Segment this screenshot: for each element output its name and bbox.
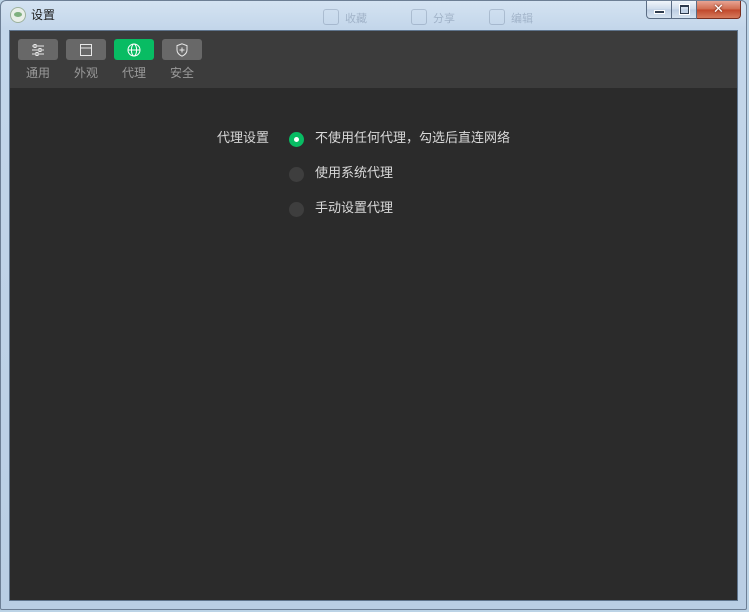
ghost-item: 收藏 bbox=[323, 9, 367, 26]
maximize-icon bbox=[680, 5, 689, 14]
tab-appearance-button[interactable] bbox=[66, 39, 106, 60]
globe-icon bbox=[127, 43, 141, 56]
tab-security[interactable]: 安全 bbox=[162, 31, 202, 88]
settings-tab-bar: 通用 外观 代理 安全 bbox=[10, 31, 737, 88]
minimize-button[interactable] bbox=[646, 1, 672, 19]
settings-window: 设置 收藏 分享 编辑 ✕ 通用 外观 代理 安全 代理设置 不使用任何代理，勾… bbox=[0, 0, 747, 610]
window-icon bbox=[80, 43, 92, 56]
radio-system[interactable] bbox=[289, 166, 304, 182]
tab-proxy-button[interactable] bbox=[114, 39, 154, 60]
app-logo-icon bbox=[10, 7, 26, 23]
title-bar[interactable]: 设置 收藏 分享 编辑 ✕ bbox=[1, 1, 746, 29]
proxy-option-system[interactable]: 使用系统代理 bbox=[289, 165, 393, 183]
proxy-option-manual-label: 手动设置代理 bbox=[315, 201, 394, 216]
close-icon: ✕ bbox=[713, 2, 724, 17]
minimize-icon bbox=[655, 11, 664, 13]
ghost-item: 分享 bbox=[411, 9, 455, 26]
proxy-option-system-label: 使用系统代理 bbox=[315, 166, 394, 181]
ghost-item: 编辑 bbox=[489, 9, 533, 26]
proxy-option-direct-label: 不使用任何代理，勾选后直连网络 bbox=[315, 131, 511, 146]
radio-manual[interactable] bbox=[289, 201, 304, 217]
close-button[interactable]: ✕ bbox=[697, 1, 741, 19]
tab-general-button[interactable] bbox=[18, 39, 58, 60]
caption-buttons: ✕ bbox=[646, 1, 741, 20]
window-title: 设置 bbox=[31, 8, 56, 22]
tab-general[interactable]: 通用 bbox=[18, 31, 58, 88]
tab-proxy[interactable]: 代理 bbox=[114, 31, 154, 88]
radio-direct[interactable] bbox=[289, 131, 304, 147]
maximize-button[interactable] bbox=[672, 1, 697, 19]
proxy-option-direct[interactable]: 不使用任何代理，勾选后直连网络 bbox=[289, 130, 510, 148]
shield-icon bbox=[176, 42, 188, 57]
settings-content: 通用 外观 代理 安全 代理设置 不使用任何代理，勾选后直连网络 使用系统代理 … bbox=[9, 30, 738, 601]
share-icon bbox=[411, 9, 427, 25]
tab-security-label: 安全 bbox=[169, 66, 194, 80]
tab-security-button[interactable] bbox=[162, 39, 202, 60]
star-icon bbox=[323, 9, 339, 25]
sliders-icon bbox=[32, 43, 44, 56]
tab-appearance[interactable]: 外观 bbox=[66, 31, 106, 88]
proxy-option-manual[interactable]: 手动设置代理 bbox=[289, 200, 393, 218]
proxy-settings-label: 代理设置 bbox=[216, 131, 269, 146]
edit-icon bbox=[489, 9, 505, 25]
